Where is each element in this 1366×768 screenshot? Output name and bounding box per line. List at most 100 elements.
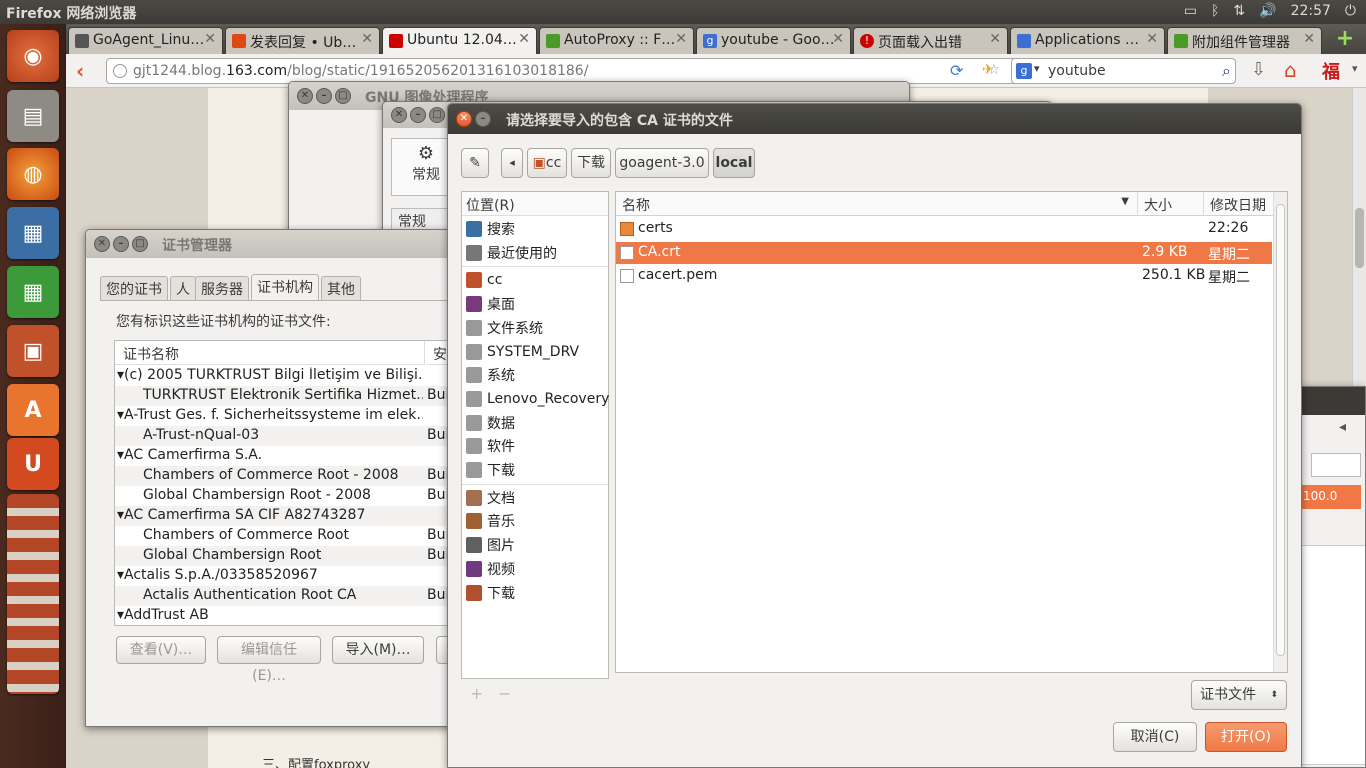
place-item[interactable]: 下载 [464, 459, 515, 481]
place-item[interactable]: 下载 [464, 582, 515, 604]
ubuntu-dash-icon[interactable]: ◉ [7, 30, 59, 82]
search-icon[interactable]: ⌕ [1222, 61, 1231, 81]
place-item[interactable]: 视频 [464, 558, 515, 580]
path-back-button[interactable]: ◂ [501, 148, 523, 178]
cert-tree-row[interactable]: ▾(c) 2005 TÜRKTRUST Bilgi İletişim ve Bi… [115, 366, 453, 386]
tab-authorities[interactable]: 证书机构 [251, 274, 319, 300]
cert-tree-row[interactable]: Global Chambersign Root Bui [115, 546, 453, 566]
path-downloads-button[interactable]: 下载 [571, 148, 611, 178]
tab-applications[interactable]: Applications … ✕ [1010, 27, 1165, 54]
maximize-icon[interactable]: □ [429, 107, 445, 123]
place-item[interactable]: 数据 [464, 412, 515, 434]
tab-autoproxy[interactable]: AutoProxy :: F… ✕ [539, 27, 694, 54]
view-button[interactable]: 查看(V)… [116, 636, 206, 664]
file-scroll-thumb[interactable] [1276, 204, 1285, 656]
home-icon[interactable]: ⌂ [1284, 58, 1297, 82]
edit-trust-button[interactable]: 编辑信任(E)… [217, 636, 321, 684]
file-list[interactable]: 名称 ▼ 大小 修改日期 certs 22:26 CA.crt 2.9 KB 星期二 cac… [615, 191, 1288, 673]
place-item[interactable]: 音乐 [464, 510, 515, 532]
close-icon[interactable]: ✕ [456, 111, 472, 127]
edit-location-button[interactable]: ✎ [461, 148, 489, 178]
download-icon[interactable]: ⇩ [1251, 59, 1266, 80]
cert-tree[interactable]: 证书名称 安 ▾(c) 2005 TÜRKTRUST Bilgi İletişi… [114, 340, 454, 626]
close-icon[interactable]: ✕ [832, 31, 844, 47]
place-item[interactable]: 搜索 [464, 218, 515, 240]
place-item[interactable]: SYSTEM_DRV [464, 341, 579, 363]
path-goagent-button[interactable]: goagent-3.0 [615, 148, 709, 178]
google-engine-icon[interactable]: g [1016, 63, 1032, 79]
cert-tree-row[interactable]: ▾A-Trust Ges. f. Sicherheitssysteme im e… [115, 406, 453, 426]
close-icon[interactable]: ✕ [1303, 31, 1315, 47]
col-size-header[interactable]: 大小 [1138, 192, 1204, 216]
writer-icon[interactable]: ▦ [7, 207, 59, 259]
tab-reply[interactable]: 发表回复 • Ub… ✕ [225, 27, 380, 54]
volume-icon[interactable]: 🔊 [1259, 3, 1276, 19]
maximize-icon[interactable]: □ [335, 88, 351, 104]
tab-servers[interactable]: 服务器 [195, 276, 249, 300]
maximize-icon[interactable]: □ [132, 236, 148, 252]
file-list-scrollbar[interactable] [1273, 192, 1287, 672]
cert-tree-row[interactable]: Chambers of Commerce Root Bui [115, 526, 453, 546]
open-button[interactable]: 打开(O) [1205, 722, 1287, 752]
place-item[interactable]: Lenovo_Recovery [464, 388, 609, 410]
battery-icon[interactable]: ▭ [1184, 3, 1197, 19]
tab-ubuntu[interactable]: Ubuntu 12.04… ✕ [382, 27, 537, 55]
place-item[interactable]: 文档 [464, 487, 515, 509]
back-arrow-icon[interactable]: ‹ [76, 59, 84, 83]
close-icon[interactable]: ✕ [361, 31, 373, 47]
path-cc-button[interactable]: ▣cc [527, 148, 567, 178]
place-item[interactable]: 桌面 [464, 293, 515, 315]
close-icon[interactable]: ✕ [1146, 31, 1158, 47]
cert-tree-row[interactable]: ▾AC Camerfirma SA CIF A82743287 [115, 506, 453, 526]
cert-tree-row[interactable]: Chambers of Commerce Root - 2008 Bui [115, 466, 453, 486]
col-cert-name[interactable]: 证书名称 [115, 341, 425, 365]
menu-dropdown-icon[interactable]: ▾ [1352, 62, 1358, 75]
tab-load-error[interactable]: ! 页面载入出错 ✕ [853, 27, 1008, 54]
chevron-left-icon[interactable]: ◂ [1339, 419, 1346, 435]
close-icon[interactable]: ✕ [94, 236, 110, 252]
file-row[interactable]: CA.crt 2.9 KB 星期二 [616, 241, 1272, 264]
add-bookmark-button[interactable]: + [470, 684, 483, 703]
reload-icon[interactable]: ⟳ [950, 61, 963, 80]
cert-tree-row[interactable]: ▾Actalis S.p.A./03358520967 [115, 566, 453, 586]
tab-others[interactable]: 其他 [321, 276, 361, 300]
software-center-icon[interactable]: A [7, 384, 59, 436]
path-local-button[interactable]: local [713, 148, 755, 178]
close-icon[interactable]: ✕ [518, 31, 530, 47]
place-item[interactable]: 图片 [464, 534, 515, 556]
clock[interactable]: 22:57 [1291, 3, 1331, 19]
cert-tree-row[interactable]: ▾AC Camerfirma S.A. [115, 446, 453, 466]
tab-your-certs[interactable]: 您的证书 [100, 276, 168, 300]
scroll-thumb[interactable] [1355, 208, 1364, 268]
close-icon[interactable]: ✕ [297, 88, 313, 104]
new-tab-plus-icon[interactable]: + [1334, 28, 1356, 50]
firefox-icon[interactable]: ◍ [7, 148, 59, 200]
search-box[interactable]: g ▾ youtube ⌕ [1011, 58, 1236, 84]
cert-tree-row[interactable]: TÜRKTRUST Elektronik Sertifika Hizmet… Bu… [115, 386, 453, 406]
minimize-icon[interactable]: – [475, 111, 491, 127]
close-icon[interactable]: ✕ [204, 31, 216, 47]
close-icon[interactable]: ✕ [391, 107, 407, 123]
place-item[interactable]: 最近使用的 [464, 242, 557, 264]
minimize-icon[interactable]: – [316, 88, 332, 104]
tab-people[interactable]: 人 [170, 276, 196, 300]
place-item[interactable]: 文件系统 [464, 317, 543, 339]
import-button[interactable]: 导入(M)… [332, 636, 424, 664]
file-row[interactable]: cacert.pem 250.1 KB 星期二 [616, 265, 1272, 287]
close-icon[interactable]: ✕ [675, 31, 687, 47]
cancel-button[interactable]: 取消(C) [1113, 722, 1197, 752]
impress-icon[interactable]: ▣ [7, 325, 59, 377]
foxyproxy-icon[interactable]: ✈ [982, 62, 994, 78]
places-header[interactable]: 位置(R) [462, 192, 608, 216]
place-item[interactable]: 系统 [464, 364, 515, 386]
bg-select-field[interactable] [1311, 453, 1361, 477]
cert-tree-row[interactable]: A-Trust-nQual-03 Bui [115, 426, 453, 446]
launcher-stack-icon[interactable] [7, 494, 59, 694]
tab-goagent[interactable]: GoAgent_Linu… ✕ [68, 27, 223, 54]
col-date-header[interactable]: 修改日期 [1204, 192, 1274, 216]
engine-dropdown-icon[interactable]: ▾ [1034, 62, 1040, 75]
bluetooth-icon[interactable]: ᛒ [1211, 3, 1219, 19]
minimize-icon[interactable]: – [410, 107, 426, 123]
col-name-header[interactable]: 名称 ▼ [616, 192, 1138, 216]
cert-tree-row[interactable]: ▾AddTrust AB [115, 606, 453, 625]
